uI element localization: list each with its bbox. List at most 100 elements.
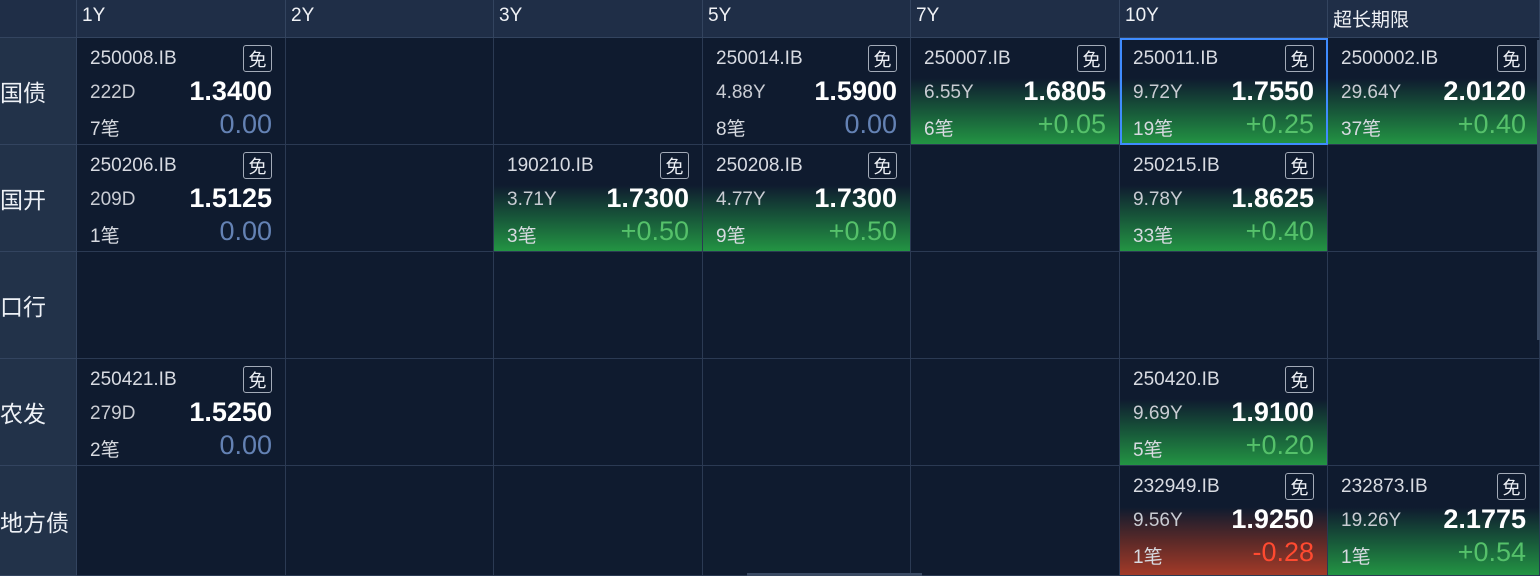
empty-cell[interactable]: [494, 359, 703, 466]
column-header[interactable]: 3Y: [494, 0, 703, 38]
tax-free-badge: 免: [1077, 45, 1106, 72]
yield-price: 1.8625: [1231, 183, 1314, 213]
tax-free-badge: 免: [1285, 152, 1314, 179]
empty-cell[interactable]: [494, 466, 703, 576]
row-label-text: 地方债: [0, 509, 69, 536]
yield-price: 1.5900: [814, 76, 897, 106]
quote-cell[interactable]: 250208.IB 免 4.77Y 1.7300 9笔 +0.50: [703, 145, 911, 252]
empty-cell[interactable]: [703, 466, 911, 576]
column-header[interactable]: 10Y: [1120, 0, 1328, 38]
tax-free-badge: 免: [243, 152, 272, 179]
empty-cell[interactable]: [286, 145, 494, 252]
quote-cell[interactable]: 250007.IB 免 6.55Y 1.6805 6笔 +0.05: [911, 38, 1120, 145]
column-header[interactable]: 7Y: [911, 0, 1120, 38]
trade-count: 33笔: [1133, 226, 1174, 247]
bond-code: 250421.IB: [90, 369, 177, 390]
empty-cell[interactable]: [77, 252, 286, 359]
empty-cell[interactable]: [494, 252, 703, 359]
row-label[interactable]: 农发: [0, 359, 77, 466]
yield-change: +0.20: [1245, 430, 1314, 460]
yield-change: +0.25: [1245, 109, 1314, 139]
yield-price: 2.1775: [1443, 504, 1526, 534]
tax-free-badge: 免: [243, 366, 272, 393]
trade-count: 19笔: [1133, 119, 1174, 140]
quote-cell[interactable]: 250215.IB 免 9.78Y 1.8625 33笔 +0.40: [1120, 145, 1328, 252]
trade-count: 7笔: [90, 119, 120, 140]
empty-cell[interactable]: [1328, 145, 1540, 252]
remaining-term: 9.56Y: [1133, 510, 1183, 531]
tax-free-badge: 免: [243, 45, 272, 72]
bond-code: 250007.IB: [924, 48, 1011, 69]
quote-cell[interactable]: 250206.IB 免 209D 1.5125 1笔 0.00: [77, 145, 286, 252]
quote-cell[interactable]: 250008.IB 免 222D 1.3400 7笔 0.00: [77, 38, 286, 145]
quote-cell[interactable]: 250014.IB 免 4.88Y 1.5900 8笔 0.00: [703, 38, 911, 145]
quote-cell[interactable]: 250421.IB 免 279D 1.5250 2笔 0.00: [77, 359, 286, 466]
column-header[interactable]: 2Y: [286, 0, 494, 38]
empty-cell[interactable]: [286, 359, 494, 466]
yield-change: +0.05: [1037, 109, 1106, 139]
yield-change: 0.00: [844, 109, 897, 139]
column-header[interactable]: 1Y: [77, 0, 286, 38]
remaining-term: 279D: [90, 403, 136, 424]
quote-cell[interactable]: 232873.IB 免 19.26Y 2.1775 1笔 +0.54: [1328, 466, 1540, 576]
quote-cell[interactable]: 2500002.IB 免 29.64Y 2.0120 37笔 +0.40: [1328, 38, 1540, 145]
trade-count: 8笔: [716, 119, 746, 140]
quote-cell[interactable]: 250011.IB 免 9.72Y 1.7550 19笔 +0.25: [1120, 38, 1328, 145]
yield-change: +0.40: [1457, 109, 1526, 139]
remaining-term: 29.64Y: [1341, 82, 1402, 103]
empty-cell[interactable]: [911, 359, 1120, 466]
yield-price: 1.9100: [1231, 397, 1314, 427]
trade-count: 1笔: [90, 226, 120, 247]
bond-code: 250215.IB: [1133, 155, 1220, 176]
bond-code: 250011.IB: [1133, 48, 1219, 69]
remaining-term: 4.77Y: [716, 189, 766, 210]
trade-count: 1笔: [1133, 547, 1163, 568]
tax-free-badge: 免: [1285, 45, 1314, 72]
column-header[interactable]: 5Y: [703, 0, 911, 38]
corner-header: [0, 0, 77, 38]
row-label[interactable]: 地方债: [0, 466, 77, 576]
empty-cell[interactable]: [1328, 359, 1540, 466]
row-label-text: 口行: [0, 294, 46, 320]
yield-price: 1.7300: [814, 183, 897, 213]
empty-cell[interactable]: [911, 145, 1120, 252]
empty-cell[interactable]: [911, 252, 1120, 359]
quote-cell[interactable]: 250420.IB 免 9.69Y 1.9100 5笔 +0.20: [1120, 359, 1328, 466]
bond-code: 250420.IB: [1133, 369, 1220, 390]
remaining-term: 9.69Y: [1133, 403, 1183, 424]
empty-cell[interactable]: [77, 466, 286, 576]
remaining-term: 209D: [90, 189, 136, 210]
empty-cell[interactable]: [1328, 252, 1540, 359]
row-label[interactable]: 国债: [0, 38, 77, 145]
empty-cell[interactable]: [286, 38, 494, 145]
yield-price: 1.5125: [189, 183, 272, 213]
row-label[interactable]: 国开: [0, 145, 77, 252]
remaining-term: 9.78Y: [1133, 189, 1183, 210]
row-label[interactable]: 口行: [0, 252, 77, 359]
tax-free-badge: 免: [868, 45, 897, 72]
empty-cell[interactable]: [1120, 252, 1328, 359]
yield-price: 1.5250: [189, 397, 272, 427]
tax-free-badge: 免: [1285, 366, 1314, 393]
bond-quote-matrix: 1Y 2Y 3Y 5Y 7Y 10Y 超长期限 国债 250008.IB 免 222D 1.3400 7…: [0, 0, 1540, 576]
yield-change: 0.00: [219, 109, 272, 139]
empty-cell[interactable]: [286, 252, 494, 359]
column-header[interactable]: 超长期限: [1328, 0, 1540, 38]
yield-change: 0.00: [219, 430, 272, 460]
remaining-term: 4.88Y: [716, 82, 766, 103]
empty-cell[interactable]: [286, 466, 494, 576]
empty-cell[interactable]: [703, 359, 911, 466]
quote-cell[interactable]: 232949.IB 免 9.56Y 1.9250 1笔 -0.28: [1120, 466, 1328, 576]
remaining-term: 9.72Y: [1133, 82, 1183, 103]
bond-code: 2500002.IB: [1341, 48, 1439, 69]
empty-cell[interactable]: [494, 38, 703, 145]
empty-cell[interactable]: [911, 466, 1120, 576]
empty-cell[interactable]: [703, 252, 911, 359]
quote-cell[interactable]: 190210.IB 免 3.71Y 1.7300 3笔 +0.50: [494, 145, 703, 252]
bond-code: 250208.IB: [716, 155, 803, 176]
yield-change: +0.54: [1457, 537, 1526, 567]
yield-change: 0.00: [219, 216, 272, 246]
row-label-text: 国开: [0, 187, 46, 213]
trade-count: 1笔: [1341, 547, 1371, 568]
yield-price: 1.7300: [606, 183, 689, 213]
